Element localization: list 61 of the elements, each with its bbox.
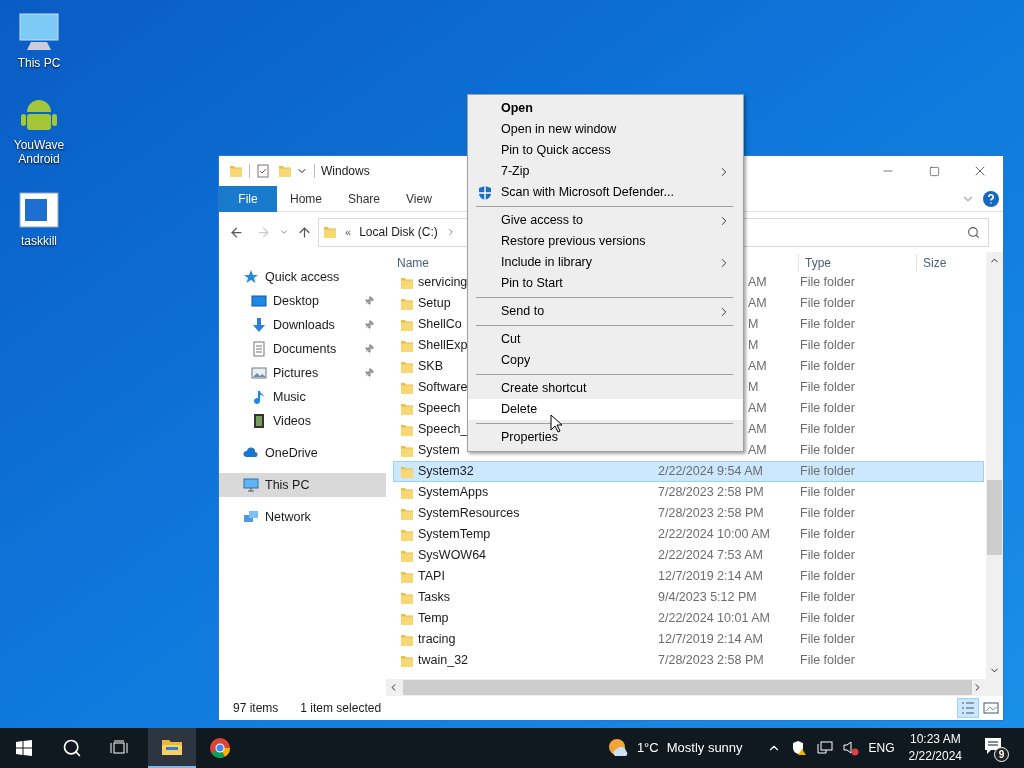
file-type: File folder bbox=[800, 631, 856, 649]
file-type: File folder bbox=[800, 463, 856, 481]
file-type: File folder bbox=[800, 421, 856, 439]
date-modified: 7/28/2023 2:58 PM bbox=[658, 653, 764, 668]
file-name: Software bbox=[418, 380, 468, 395]
file-name: SysWOW64 bbox=[418, 548, 487, 563]
date-modified: 7/28/2023 2:58 PM bbox=[658, 485, 764, 500]
file-name: tracing bbox=[418, 632, 456, 647]
file-name: SystemResources bbox=[418, 506, 520, 521]
file-type: File folder bbox=[800, 484, 856, 502]
file-name: System32 bbox=[418, 464, 474, 479]
file-name: System bbox=[418, 443, 460, 458]
file-type: File folder bbox=[800, 589, 856, 607]
file-name: ShellExp bbox=[418, 338, 468, 353]
file-type: File folder bbox=[800, 274, 856, 292]
date-modified: 2/22/2024 9:54 AM bbox=[658, 464, 763, 479]
file-name: Speech bbox=[418, 401, 461, 416]
file-type: File folder bbox=[800, 358, 856, 376]
file-name: Setup bbox=[418, 296, 451, 311]
date-modified: 7/28/2023 2:58 PM bbox=[658, 506, 764, 521]
file-name: twain_32 bbox=[418, 653, 469, 668]
file-type: File folder bbox=[800, 652, 856, 670]
date-modified: AM bbox=[748, 296, 767, 311]
file-name: Temp bbox=[418, 611, 449, 626]
file-type: File folder bbox=[800, 505, 856, 523]
date-modified: M bbox=[748, 317, 759, 332]
file-type: File folder bbox=[800, 547, 856, 565]
date-modified: AM bbox=[748, 275, 767, 290]
file-name: Tasks bbox=[418, 590, 450, 605]
date-modified: 12/7/2019 2:14 AM bbox=[658, 569, 763, 584]
file-name: SKB bbox=[418, 359, 443, 374]
selection-count: 1 item selected bbox=[300, 700, 382, 717]
file-type: File folder bbox=[800, 295, 856, 313]
file-type: File folder bbox=[800, 610, 856, 628]
date-modified: AM bbox=[748, 359, 767, 374]
file-type: File folder bbox=[800, 316, 856, 334]
date-modified: AM bbox=[748, 422, 767, 437]
file-name: SystemApps bbox=[418, 485, 489, 500]
file-name: TAPI bbox=[418, 569, 445, 584]
file-type: File folder bbox=[800, 337, 856, 355]
date-modified: M bbox=[748, 380, 759, 395]
date-modified: 2/22/2024 7:53 AM bbox=[658, 548, 763, 563]
date-modified: 2/22/2024 10:01 AM bbox=[658, 611, 770, 626]
file-name: servicing bbox=[418, 275, 468, 290]
notification-badge: 9 bbox=[994, 747, 1009, 762]
date-modified: 12/7/2019 2:14 AM bbox=[658, 632, 763, 647]
file-type: File folder bbox=[800, 568, 856, 586]
file-type: File folder bbox=[800, 400, 856, 418]
window-title: Windows bbox=[321, 163, 370, 180]
file-type: File folder bbox=[800, 526, 856, 544]
date-modified: 9/4/2023 5:12 PM bbox=[658, 590, 757, 605]
date-modified: M bbox=[748, 338, 759, 353]
file-name: Speech_ bbox=[418, 422, 468, 437]
file-name: SystemTemp bbox=[418, 527, 491, 542]
file-name: ShellCo bbox=[418, 317, 462, 332]
date-modified: 2/22/2024 10:00 AM bbox=[658, 527, 770, 542]
file-type: File folder bbox=[800, 379, 856, 397]
date-modified: AM bbox=[748, 443, 767, 458]
item-count: 97 items bbox=[233, 700, 279, 717]
file-type: File folder bbox=[800, 442, 856, 460]
date-modified: AM bbox=[748, 401, 767, 416]
